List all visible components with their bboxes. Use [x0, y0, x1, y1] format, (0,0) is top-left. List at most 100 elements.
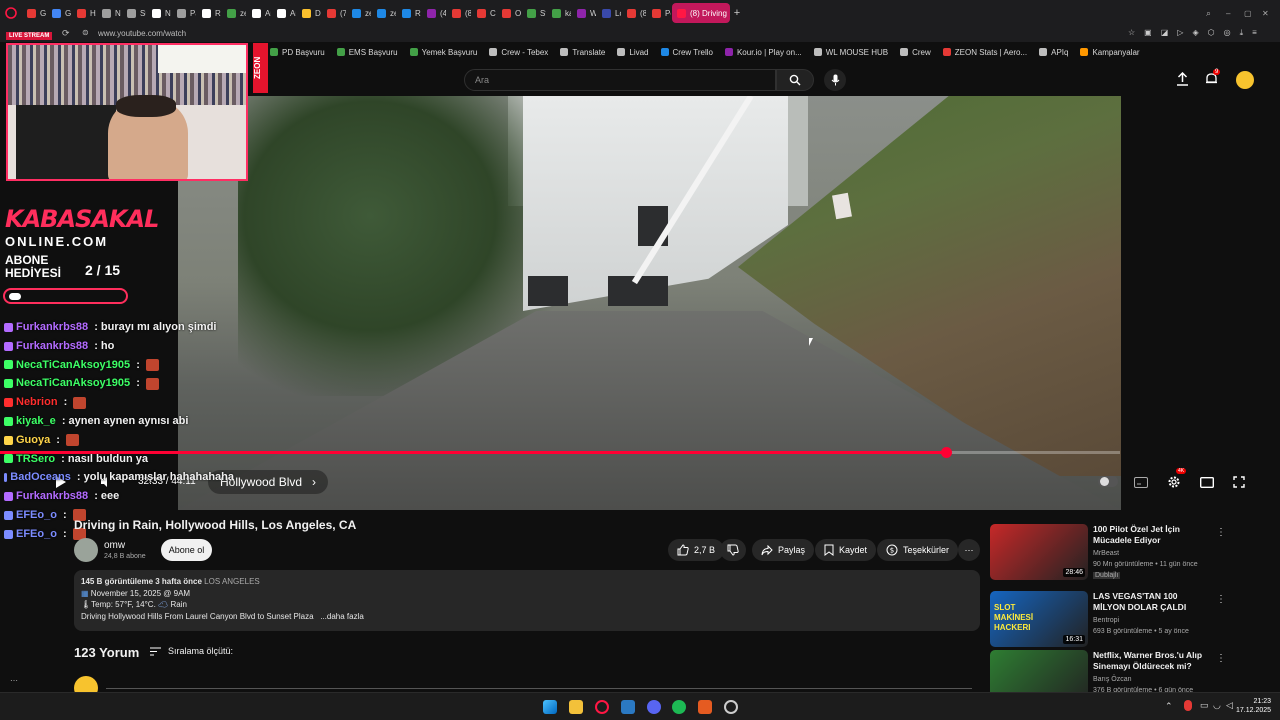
related-title[interactable]: LAS VEGAS'TAN 100 MİLYON DOLAR ÇALDI — [1093, 591, 1205, 613]
bookmark-item[interactable]: Kour.io | Play on... — [724, 48, 802, 57]
discord-icon[interactable] — [647, 700, 661, 714]
related-channel[interactable]: Barış Özcan — [1093, 676, 1132, 683]
share-button[interactable]: Paylaş — [752, 539, 815, 561]
site-info-icon[interactable]: ⊜ — [82, 28, 89, 37]
related-channel[interactable]: Bentropi — [1093, 617, 1119, 624]
browser-tab[interactable]: Giriş — [22, 3, 46, 23]
related-video-item[interactable]: 28:46 100 Pilot Özel Jet İçin Mücadele Ed… — [990, 524, 1226, 582]
browser-tab[interactable]: Stre — [522, 3, 546, 23]
settings-button[interactable]: 4K — [1166, 468, 1187, 490]
subtitles-button[interactable] — [1133, 475, 1149, 489]
browser-tab[interactable]: Onli — [497, 3, 521, 23]
bookmark-item[interactable]: Crew Trello — [660, 48, 713, 57]
start-button[interactable] — [543, 700, 557, 714]
sort-comments-button[interactable]: Sıralama ölçütü: — [150, 646, 233, 656]
maximize-button[interactable]: ▢ — [1244, 9, 1262, 18]
search-button[interactable] — [776, 69, 814, 91]
browser-tab[interactable]: Web — [572, 3, 596, 23]
url-text[interactable]: www.youtube.com/watch — [98, 29, 186, 38]
search-input[interactable]: Ara — [464, 69, 776, 91]
tray-chevron-up-icon[interactable]: ⌃ — [1165, 701, 1173, 712]
related-thumbnail[interactable]: SLOT MAKİNESİ HACKERI 16:31 — [990, 591, 1088, 647]
more-vertical-icon[interactable]: ⋮ — [1216, 594, 1226, 605]
screenshot-icon[interactable]: ▣ — [1144, 28, 1152, 38]
video-player[interactable] — [178, 96, 1121, 510]
browser-tab[interactable]: Poli — [647, 3, 671, 23]
show-more-link[interactable]: ...daha fazla — [320, 612, 364, 621]
bookmark-item[interactable]: EMS Başvuru — [336, 48, 398, 57]
network-app-icon[interactable] — [621, 700, 635, 714]
voice-search-button[interactable] — [824, 69, 846, 91]
related-thumbnail[interactable]: 28:46 — [990, 524, 1088, 580]
vpn-icon[interactable]: ◈ — [1192, 28, 1198, 38]
related-channel[interactable]: MrBeast — [1093, 550, 1119, 557]
bookmark-item[interactable]: WL MOUSE HUB — [813, 48, 888, 57]
browser-tab[interactable]: zeo — [347, 3, 371, 23]
browser-tab[interactable]: NPC — [97, 3, 121, 23]
more-vertical-icon[interactable]: ⋮ — [1216, 527, 1226, 538]
browser-more-icon[interactable]: ≡ — [1252, 28, 1257, 38]
browser-tab[interactable]: (8) A — [447, 3, 471, 23]
extensions-icon[interactable]: ⬡ — [1208, 28, 1215, 38]
video-scrubber-handle[interactable] — [940, 447, 952, 458]
tray-volume-icon[interactable]: ◁ — [1226, 700, 1233, 711]
bookmark-item[interactable]: PD Başvuru — [270, 48, 325, 57]
thanks-button[interactable]: $ Teşekkürler — [877, 539, 959, 561]
browser-tab[interactable]: HAR — [72, 3, 96, 23]
search-tabs-icon[interactable]: ⌕ — [1206, 8, 1226, 19]
subscribe-button[interactable]: Abone ol — [161, 539, 212, 561]
bookmark-item[interactable]: Crew - Tebex — [489, 48, 548, 57]
upload-button[interactable] — [1176, 71, 1189, 91]
spotify-icon[interactable] — [672, 700, 686, 714]
bookmark-item[interactable]: Translate — [560, 48, 605, 57]
like-button[interactable]: 2,7 B — [668, 539, 725, 561]
app-icon[interactable] — [698, 700, 712, 714]
tray-wifi-icon[interactable]: ◡ — [1213, 700, 1221, 711]
browser-tab[interactable]: Lore — [597, 3, 621, 23]
sidebar-more-icon[interactable]: ⋯ — [10, 676, 18, 685]
steam-icon[interactable] — [724, 700, 738, 714]
fullscreen-button[interactable] — [1232, 475, 1246, 489]
browser-tab[interactable]: (7) Z — [322, 3, 346, 23]
theater-mode-button[interactable] — [1199, 475, 1215, 489]
bookmark-item[interactable]: Livad — [617, 48, 649, 57]
more-vertical-icon[interactable]: ⋮ — [1216, 653, 1226, 664]
close-window-button[interactable]: ✕ — [1262, 9, 1280, 18]
bookmark-star-icon[interactable]: ☆ — [1128, 28, 1135, 38]
bookmark-item[interactable]: APIq — [1039, 48, 1068, 57]
bookmark-item[interactable]: Crew — [900, 48, 931, 57]
browser-tab[interactable]: (8) Y — [622, 3, 646, 23]
bookmark-item[interactable]: Yemek Başvuru — [409, 48, 477, 57]
minimize-button[interactable]: – — [1226, 9, 1244, 18]
opera-gx-icon[interactable] — [595, 700, 609, 714]
browser-tab[interactable]: Sub — [122, 3, 146, 23]
browser-tab[interactable]: Ama — [272, 3, 296, 23]
browser-tab[interactable]: Ran — [197, 3, 221, 23]
browser-tab[interactable]: zeo — [372, 3, 396, 23]
bookmark-item[interactable]: Kampanyalar — [1080, 48, 1140, 57]
related-title[interactable]: Netflix, Warner Bros.'u Alıp Sinemayı Öl… — [1093, 650, 1205, 672]
account-avatar[interactable] — [1236, 71, 1254, 89]
related-video-item[interactable]: SLOT MAKİNESİ HACKERI 16:31 LAS VEGAS'TAN … — [990, 591, 1226, 649]
browser-tab[interactable]: (4) T — [422, 3, 446, 23]
video-description[interactable]: 145 B görüntüleme 3 hafta önce LOS ANGEL… — [74, 570, 980, 631]
related-title[interactable]: 100 Pilot Özel Jet İçin Mücadele Ediyor — [1093, 524, 1205, 546]
browser-tab[interactable]: DHL — [297, 3, 321, 23]
tray-network-icon[interactable]: ▭ — [1200, 700, 1209, 711]
new-tab-button[interactable]: + — [730, 7, 744, 19]
channel-name[interactable]: omw — [104, 540, 125, 551]
browser-tab[interactable]: Ama — [247, 3, 271, 23]
system-clock[interactable]: 21:23 17.12.2025 — [1236, 697, 1271, 715]
browser-tab[interactable]: Ram — [397, 3, 421, 23]
more-actions-button[interactable]: ⋯ — [958, 539, 980, 561]
profile-icon[interactable]: ◎ — [1224, 28, 1231, 38]
save-button[interactable]: Kaydet — [815, 539, 877, 561]
browser-menu-icon[interactable] — [0, 3, 22, 23]
channel-avatar[interactable] — [74, 538, 98, 562]
autoplay-toggle[interactable] — [1098, 476, 1118, 487]
browser-tab[interactable]: Nex — [147, 3, 171, 23]
browser-tab[interactable]: kaba — [547, 3, 571, 23]
file-explorer-icon[interactable] — [569, 700, 583, 714]
location-tag[interactable]: LOS ANGELES — [204, 577, 260, 586]
dislike-button[interactable] — [720, 539, 746, 561]
